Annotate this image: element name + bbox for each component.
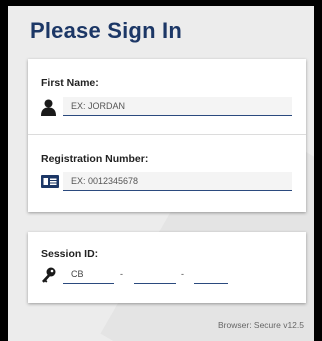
first-name-label: First Name:: [41, 77, 99, 89]
session-id-part2-input[interactable]: [134, 265, 176, 284]
session-separator: -: [181, 269, 184, 279]
page-title: Please Sign In: [30, 18, 182, 43]
registration-number-input[interactable]: [63, 172, 292, 191]
section-divider: [28, 134, 306, 135]
session-id-part3-input[interactable]: [194, 265, 228, 284]
session-card: Session ID: - -: [28, 232, 306, 303]
browser-version-text: Browser: Secure v12.5: [218, 320, 304, 330]
sign-in-panel: Please Sign In First Name: Registration …: [8, 6, 314, 341]
session-separator: -: [120, 269, 123, 279]
id-card-icon: [41, 175, 59, 193]
first-name-input[interactable]: [63, 97, 292, 116]
registration-number-label: Registration Number:: [41, 153, 149, 165]
key-icon: [41, 267, 56, 288]
person-icon: [41, 99, 56, 121]
session-id-part1-input[interactable]: [63, 265, 114, 284]
session-id-label: Session ID:: [41, 248, 99, 260]
credentials-card: First Name: Registration Number:: [28, 59, 306, 212]
